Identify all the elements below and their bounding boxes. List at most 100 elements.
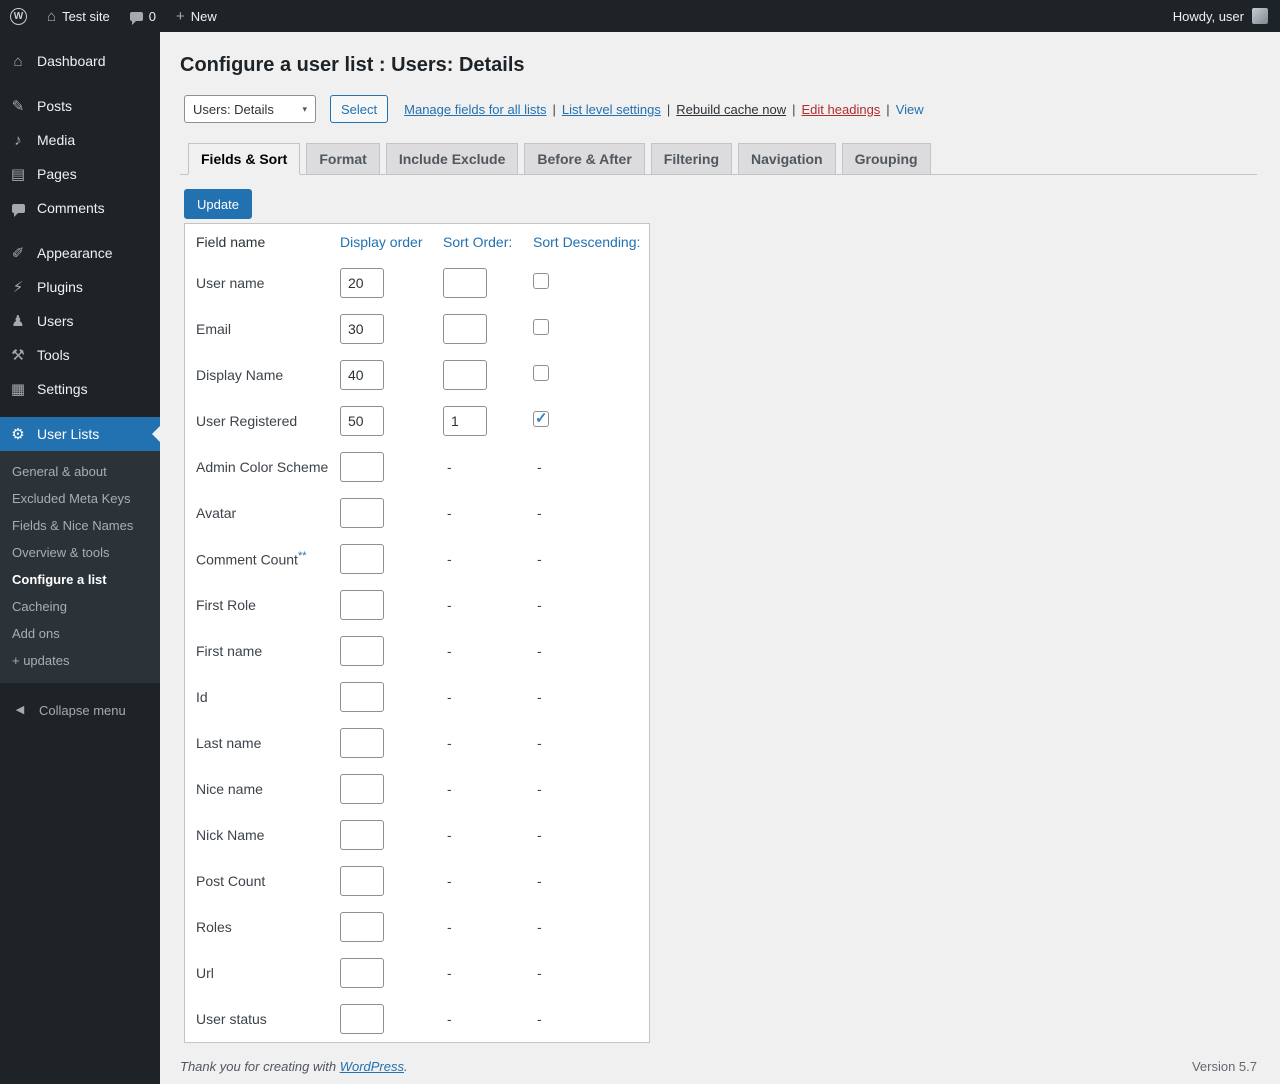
view-link[interactable]: View <box>896 102 924 117</box>
table-row: First name - - <box>185 628 649 674</box>
update-button[interactable]: Update <box>184 189 252 219</box>
sidebar-item-appearance[interactable]: ✐ Appearance <box>0 236 160 270</box>
sidebar-item-user-lists[interactable]: ⚙ User Lists <box>0 417 160 451</box>
sort-order-dash: - <box>443 551 533 567</box>
sort-descending-checkbox[interactable] <box>533 273 549 289</box>
table-row: Nick Name - - <box>185 812 649 858</box>
submenu-overview-tools[interactable]: Overview & tools <box>0 539 160 566</box>
user-avatar[interactable] <box>1252 8 1268 24</box>
sidebar-item-users[interactable]: ♟ Users <box>0 304 160 338</box>
sidebar-item-posts[interactable]: ✎ Posts <box>0 89 160 123</box>
display-order-input[interactable] <box>340 452 384 482</box>
tab-format[interactable]: Format <box>306 143 379 175</box>
sort-order-dash: - <box>443 505 533 521</box>
tab-include-exclude[interactable]: Include Exclude <box>386 143 519 175</box>
sort-order-dash: - <box>443 781 533 797</box>
display-order-input[interactable] <box>340 866 384 896</box>
submenu-fields-nice-names[interactable]: Fields & Nice Names <box>0 512 160 539</box>
sort-order-header[interactable]: Sort Order: <box>443 234 533 250</box>
dashboard-icon: ⌂ <box>8 54 28 69</box>
sidebar-item-plugins[interactable]: ⚡ Plugins <box>0 270 160 304</box>
site-name-menu[interactable]: ⌂ Test site <box>37 0 120 32</box>
sort-descending-checkbox[interactable] <box>533 411 549 427</box>
sort-descending-dash: - <box>533 597 647 613</box>
sort-descending-dash: - <box>533 459 647 475</box>
sort-descending-checkbox[interactable] <box>533 319 549 335</box>
field-label: Email <box>196 321 340 337</box>
sort-descending-header[interactable]: Sort Descending: <box>533 234 647 250</box>
display-order-input[interactable] <box>340 268 384 298</box>
display-order-input[interactable] <box>340 498 384 528</box>
sidebar-item-tools[interactable]: ⚒ Tools <box>0 338 160 372</box>
submenu-add-ons[interactable]: Add ons <box>0 620 160 647</box>
display-order-input[interactable] <box>340 544 384 574</box>
main-content: Configure a user list : Users: Details U… <box>160 32 1280 1084</box>
rebuild-cache-link[interactable]: Rebuild cache now <box>676 102 786 117</box>
list-level-settings-link[interactable]: List level settings <box>562 102 661 117</box>
display-order-input[interactable] <box>340 774 384 804</box>
submenu-configure-a-list[interactable]: Configure a list <box>0 566 160 593</box>
home-icon: ⌂ <box>47 9 56 24</box>
sort-descending-checkbox[interactable] <box>533 365 549 381</box>
display-order-input[interactable] <box>340 912 384 942</box>
tab-filtering[interactable]: Filtering <box>651 143 732 175</box>
sidebar-item-dashboard[interactable]: ⌂ Dashboard <box>0 44 160 78</box>
wp-logo-menu[interactable]: W <box>0 0 37 32</box>
sidebar-item-label: Comments <box>37 200 105 216</box>
edit-headings-link[interactable]: Edit headings <box>802 102 881 117</box>
display-order-input[interactable] <box>340 682 384 712</box>
collapse-arrow-icon: ◀ <box>10 705 30 716</box>
sort-order-input[interactable] <box>443 268 487 298</box>
collapse-menu-button[interactable]: ◀ Collapse menu <box>0 693 160 727</box>
tab-before-after[interactable]: Before & After <box>524 143 644 175</box>
comment-count: 0 <box>149 9 156 24</box>
display-order-header[interactable]: Display order <box>340 234 443 250</box>
sidebar-item-comments[interactable]: Comments <box>0 191 160 225</box>
wordpress-link[interactable]: WordPress <box>340 1059 404 1074</box>
display-order-input[interactable] <box>340 636 384 666</box>
footnote-marker[interactable]: ** <box>298 550 307 562</box>
display-order-input[interactable] <box>340 406 384 436</box>
field-label: Display Name <box>196 367 340 383</box>
select-button[interactable]: Select <box>330 95 388 123</box>
list-select[interactable]: Users: Details ▾ <box>184 95 316 123</box>
sort-order-input[interactable] <box>443 314 487 344</box>
table-row: Email <box>185 306 649 352</box>
table-row: Display Name <box>185 352 649 398</box>
manage-fields-link[interactable]: Manage fields for all lists <box>404 102 546 117</box>
admin-bar: W ⌂ Test site 0 + New Howdy, user <box>0 0 1280 32</box>
tab-grouping[interactable]: Grouping <box>842 143 931 175</box>
table-row: Roles - - <box>185 904 649 950</box>
list-controls: Users: Details ▾ Select Manage fields fo… <box>184 95 1257 123</box>
submenu-updates[interactable]: + updates <box>0 647 160 674</box>
field-label: Post Count <box>196 873 340 889</box>
display-order-input[interactable] <box>340 360 384 390</box>
tab-fields-sort[interactable]: Fields & Sort <box>188 143 300 175</box>
sidebar-item-pages[interactable]: ▤ Pages <box>0 157 160 191</box>
submenu-cacheing[interactable]: Cacheing <box>0 593 160 620</box>
sort-order-input[interactable] <box>443 406 487 436</box>
display-order-input[interactable] <box>340 314 384 344</box>
howdy-label[interactable]: Howdy, user <box>1173 9 1244 24</box>
display-order-input[interactable] <box>340 728 384 758</box>
display-order-input[interactable] <box>340 958 384 988</box>
sort-order-input[interactable] <box>443 360 487 390</box>
settings-tabs: Fields & Sort Format Include Exclude Bef… <box>180 143 1257 175</box>
site-name-label: Test site <box>62 9 110 24</box>
display-order-input[interactable] <box>340 590 384 620</box>
display-order-input[interactable] <box>340 1004 384 1034</box>
admin-bar-left: W ⌂ Test site 0 + New <box>0 0 227 32</box>
display-order-input[interactable] <box>340 820 384 850</box>
page-title: Configure a user list : Users: Details <box>180 54 1257 77</box>
comments-icon <box>8 201 28 216</box>
sidebar-item-media[interactable]: ♪ Media <box>0 123 160 157</box>
field-label: Last name <box>196 735 340 751</box>
submenu-excluded-meta-keys[interactable]: Excluded Meta Keys <box>0 485 160 512</box>
link-separator: | <box>552 102 555 117</box>
sidebar-item-settings[interactable]: ▦ Settings <box>0 372 160 406</box>
new-content-menu[interactable]: + New <box>166 0 227 32</box>
table-row: Admin Color Scheme - - <box>185 444 649 490</box>
submenu-general-about[interactable]: General & about <box>0 458 160 485</box>
comments-menu[interactable]: 0 <box>120 0 166 32</box>
tab-navigation[interactable]: Navigation <box>738 143 836 175</box>
